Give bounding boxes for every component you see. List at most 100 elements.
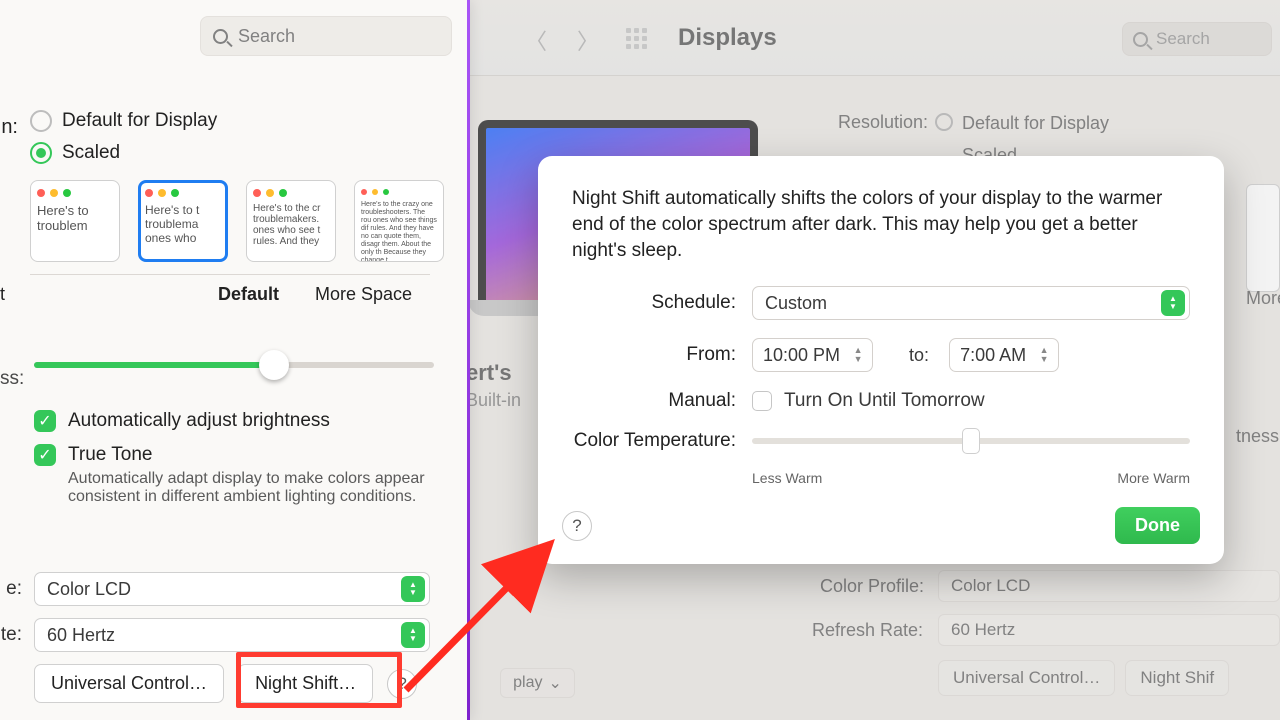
scaled-label: Scaled bbox=[62, 142, 120, 164]
to-time-value: 7:00 AM bbox=[960, 345, 1026, 366]
true-tone-sub: Automatically adapt display to make colo… bbox=[68, 470, 428, 506]
color-profile-select[interactable]: Color LCD ▲▼ bbox=[34, 572, 430, 606]
default-for-display-label: Default for Display bbox=[62, 110, 217, 132]
thumb-default-content: Here's to the cr troublemakers. ones who… bbox=[253, 203, 329, 247]
bg-color-profile-select[interactable]: Color LCD bbox=[938, 570, 1280, 602]
brightness-label-cut: ss: bbox=[0, 368, 24, 390]
bg-refresh-rate-value: 60 Hertz bbox=[951, 620, 1015, 639]
bg-search-input[interactable]: Search bbox=[1122, 22, 1272, 56]
night-shift-button[interactable]: Night Shift… bbox=[238, 664, 373, 703]
bg-bottom-buttons: Universal Control… Night Shif bbox=[938, 660, 1229, 696]
default-for-display-radio[interactable]: Default for Display bbox=[30, 110, 217, 132]
auto-brightness-label: Automatically adjust brightness bbox=[68, 410, 330, 432]
bg-refresh-rate-select[interactable]: 60 Hertz bbox=[938, 614, 1280, 646]
thumb-selected-content: Here's to t troublema ones who bbox=[145, 203, 221, 245]
bg-color-profile-label: Color Profile: bbox=[820, 576, 924, 597]
schedule-popup[interactable]: Custom ▲▼ bbox=[752, 286, 1190, 320]
bg-refresh-rate-label: Refresh Rate: bbox=[812, 620, 923, 641]
from-time-input[interactable]: 10:00 PM ▲▼ bbox=[752, 338, 873, 372]
true-tone-checkbox-row[interactable]: ✓ True Tone Automatically adapt display … bbox=[34, 444, 434, 506]
color-profile-row: e: Color LCD ▲▼ bbox=[0, 572, 430, 606]
forward-button[interactable]: 〉 bbox=[574, 26, 602, 54]
bg-display-name: ert's bbox=[466, 360, 512, 386]
color-temp-label: Color Temperature: bbox=[572, 430, 752, 452]
done-button[interactable]: Done bbox=[1115, 507, 1200, 544]
checkbox-checked-icon: ✓ bbox=[34, 444, 56, 466]
fg-resolution-label-cut: n: bbox=[0, 116, 18, 139]
refresh-rate-row: te: 60 Hertz ▲▼ bbox=[0, 618, 430, 652]
thumb-label-cut: t bbox=[0, 284, 30, 305]
auto-brightness-checkbox-row[interactable]: ✓ Automatically adjust brightness bbox=[34, 410, 434, 432]
window-accent-edge bbox=[467, 0, 470, 720]
refresh-rate-label-cut: te: bbox=[0, 624, 22, 646]
manual-text: Turn On Until Tomorrow bbox=[784, 390, 985, 412]
search-icon bbox=[213, 29, 228, 44]
from-label: From: bbox=[572, 344, 752, 366]
less-warm-label: Less Warm bbox=[752, 470, 822, 486]
to-label: to: bbox=[909, 345, 929, 366]
bg-airplay-label: play bbox=[513, 674, 542, 692]
bg-display-sub: Built-in bbox=[466, 390, 521, 411]
bg-more-space-label: More bbox=[1246, 288, 1280, 309]
from-time-value: 10:00 PM bbox=[763, 345, 840, 366]
bg-color-profile-value: Color LCD bbox=[951, 576, 1030, 595]
bg-brightness-cut: tness bbox=[1236, 426, 1280, 447]
scaled-radio[interactable]: Scaled bbox=[30, 142, 217, 164]
thumb-label-default: Default bbox=[218, 284, 279, 305]
to-stepper[interactable]: ▲▼ bbox=[1034, 346, 1054, 364]
manual-label: Manual: bbox=[572, 390, 752, 412]
updown-icon: ▲▼ bbox=[1161, 290, 1185, 316]
schedule-value: Custom bbox=[765, 293, 827, 314]
thumb-more-space[interactable]: Here's to the crazy one troubleshooters.… bbox=[354, 180, 444, 262]
thumb-larger-text[interactable]: Here's to troublem bbox=[30, 180, 120, 262]
thumb-larger-text-content: Here's to troublem bbox=[37, 203, 113, 233]
thumb-selected[interactable]: Here's to t troublema ones who bbox=[138, 180, 228, 262]
bg-resolution-label: Resolution: bbox=[838, 112, 928, 133]
time-row: From: 10:00 PM ▲▼ to: 7:00 AM ▲▼ bbox=[572, 338, 1190, 372]
color-temp-slider[interactable] bbox=[752, 438, 1190, 444]
bg-default-label: Default for Display bbox=[962, 113, 1109, 134]
refresh-rate-select[interactable]: 60 Hertz ▲▼ bbox=[34, 618, 430, 652]
bg-night-shift-button[interactable]: Night Shif bbox=[1125, 660, 1229, 696]
checkbox-checked-icon: ✓ bbox=[34, 410, 56, 432]
from-stepper[interactable]: ▲▼ bbox=[848, 346, 868, 364]
color-temp-knob[interactable] bbox=[962, 428, 980, 454]
fg-search-input[interactable]: Search bbox=[200, 16, 452, 56]
brightness-knob[interactable] bbox=[259, 350, 289, 380]
refresh-rate-value: 60 Hertz bbox=[47, 625, 115, 646]
updown-icon: ▲▼ bbox=[401, 622, 425, 648]
color-profile-value: Color LCD bbox=[47, 579, 131, 600]
more-warm-label: More Warm bbox=[1117, 470, 1190, 486]
color-temp-row: Color Temperature: Less Warm More Warm bbox=[572, 430, 1190, 486]
bg-default-radio[interactable] bbox=[935, 113, 953, 131]
schedule-row: Schedule: Custom ▲▼ bbox=[572, 286, 1190, 320]
back-button[interactable]: 〈 bbox=[522, 26, 550, 54]
bg-title: Displays bbox=[678, 24, 777, 52]
bg-search-placeholder: Search bbox=[1156, 29, 1210, 49]
scale-thumbnails: Here's to troublem Here's to t troublema… bbox=[30, 180, 444, 262]
night-shift-description: Night Shift automatically shifts the col… bbox=[572, 186, 1190, 264]
thumb-separator bbox=[30, 274, 430, 275]
bg-universal-control-button[interactable]: Universal Control… bbox=[938, 660, 1115, 696]
sheet-help-button[interactable]: ? bbox=[562, 511, 592, 541]
bg-airplay-select[interactable]: play bbox=[500, 668, 575, 698]
thumb-more-space-content: Here's to the crazy one troubleshooters.… bbox=[361, 201, 437, 262]
fg-bottom-buttons: Universal Control… Night Shift… ? bbox=[34, 664, 417, 703]
thumb-default[interactable]: Here's to the cr troublemakers. ones who… bbox=[246, 180, 336, 262]
schedule-label: Schedule: bbox=[572, 292, 752, 314]
universal-control-button[interactable]: Universal Control… bbox=[34, 664, 224, 703]
fg-resolution-options: Default for Display Scaled bbox=[30, 110, 217, 174]
night-shift-sheet: Night Shift automatically shifts the col… bbox=[538, 156, 1224, 564]
brightness-slider[interactable] bbox=[34, 362, 434, 368]
thumb-label-more-space: More Space bbox=[315, 284, 412, 305]
thumb-labels: t Default More Space bbox=[0, 284, 430, 305]
updown-icon: ▲▼ bbox=[401, 576, 425, 602]
fg-search-placeholder: Search bbox=[238, 26, 295, 47]
manual-checkbox[interactable] bbox=[752, 391, 772, 411]
to-time-input[interactable]: 7:00 AM ▲▼ bbox=[949, 338, 1059, 372]
grid-icon[interactable] bbox=[626, 28, 650, 52]
foreground-displays-window: Search n: Default for Display Scaled Her… bbox=[0, 0, 468, 720]
help-button[interactable]: ? bbox=[387, 669, 417, 699]
manual-row: Manual: Turn On Until Tomorrow bbox=[572, 390, 1190, 412]
true-tone-label: True Tone bbox=[68, 444, 428, 466]
